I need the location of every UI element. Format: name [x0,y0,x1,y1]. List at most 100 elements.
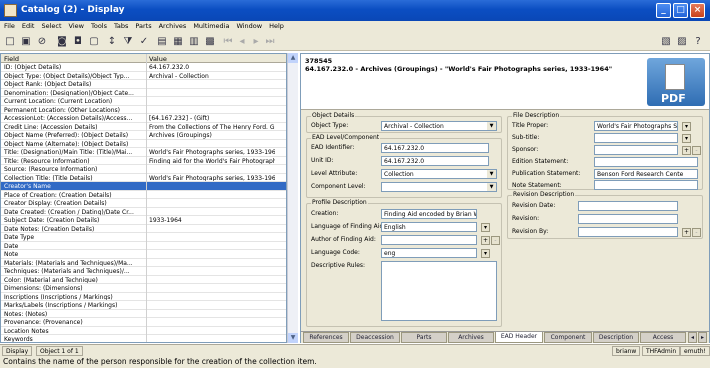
table-row[interactable]: Source: (Resource Information) [1,165,286,174]
table-row[interactable]: Techniques: (Materials and Techniques)/.… [1,267,286,276]
descriptive-rules-field[interactable] [381,261,497,321]
menu-view[interactable]: View [65,21,87,30]
scroll-down-button[interactable]: ▼ [288,333,298,343]
publication-field[interactable]: Benson Ford Research Cente [594,169,698,179]
tab-parts[interactable]: Parts [401,332,447,343]
edition-field[interactable] [594,157,698,167]
pdf-icon[interactable]: PDF [647,58,705,106]
table-row[interactable]: ID: (Object Details) 64.167.232.0 [1,63,286,72]
author-lookup-icon[interactable]: + [481,236,490,245]
page-view-icon[interactable]: ▥ [188,36,200,48]
sponsor-add-icon[interactable]: + [682,146,691,155]
table-row[interactable]: AccessionLot: (Accession Details)/Access… [1,114,286,123]
menu-archives[interactable]: Archives [155,21,190,30]
prev-record-icon[interactable]: ◂ [236,36,248,48]
table-row[interactable]: Current Location: (Current Location) [1,97,286,106]
filter-icon[interactable]: ⧩ [122,36,134,48]
table-row[interactable]: Note [1,250,286,259]
table-row[interactable]: Color: (Material and Technique) [1,276,286,284]
copy-icon[interactable]: ◘ [72,36,84,48]
revision-by-field[interactable] [578,227,678,237]
unit-id-field[interactable]: 64.167.232.0 [381,156,489,166]
grid-view-icon[interactable]: ▦ [172,36,184,48]
title-lookup-icon[interactable]: ▾ [682,122,691,131]
menu-help[interactable]: Help [265,21,287,30]
sponsor-clear-icon[interactable]: - [692,146,701,155]
ead-identifier-field[interactable]: 64.167.232.0 [381,143,489,153]
table-row[interactable]: Date Type [1,233,286,242]
table-row[interactable]: Place of Creation: (Creation Details) [1,191,286,199]
tab-component[interactable]: Component [544,332,592,343]
menu-parts[interactable]: Parts [131,21,154,30]
next-record-icon[interactable]: ▸ [250,36,262,48]
print-icon[interactable]: ▨ [676,36,688,48]
author-field[interactable] [381,235,477,245]
language-code-field[interactable]: eng [381,248,477,258]
table-row[interactable]: Title: (Designation)/Main Title: (Title)… [1,148,286,157]
subtitle-lookup-icon[interactable]: ▾ [682,134,691,143]
component-level-select[interactable]: ▼ [381,182,497,192]
language-lookup-icon[interactable]: ▾ [481,223,490,232]
save-icon[interactable]: ▣ [20,36,32,48]
table-row[interactable]: Subject Date: (Creation Details) 1933-196… [1,216,286,225]
menu-edit[interactable]: Edit [18,21,38,30]
table-row[interactable]: Date Created: (Creation / Dating)/Date C… [1,208,286,216]
tab-scroll-right-icon[interactable]: ▸ [698,332,707,343]
table-row[interactable]: Keywords [1,335,286,342]
revision-by-clear-icon[interactable]: - [692,228,701,237]
menu-multimedia[interactable]: Multimedia [189,21,232,30]
table-row[interactable]: Title: (Resource Information) Finding aid… [1,157,286,165]
table-row[interactable]: Inscriptions (Inscriptions / Markings) [1,293,286,301]
table-row[interactable]: Credit Line: (Accession Details) From the… [1,123,286,131]
table-row[interactable]: Creator's Name [1,182,286,191]
table-row[interactable]: Provenance: (Provenance) [1,318,286,327]
table-row[interactable]: Object Name (Preferred): (Object Details… [1,131,286,140]
scroll-up-button[interactable]: ▲ [288,53,298,63]
object-type-select[interactable]: Archival - Collection ▼ [381,121,497,131]
menu-window[interactable]: Window [232,21,265,30]
tab-references[interactable]: References [303,332,349,343]
tab-ead-header[interactable]: EAD Header [495,332,543,343]
last-record-icon[interactable]: ⏭ [264,36,276,48]
table-row[interactable]: Date [1,242,286,250]
revision-field[interactable] [578,214,678,224]
list-view-icon[interactable]: ▤ [156,36,168,48]
table-row[interactable]: Creator Display: (Creation Details) [1,199,286,208]
table-row[interactable]: Collection Title: (Title Details) World's… [1,174,286,182]
sponsor-field[interactable] [594,145,678,155]
table-row[interactable]: Dimensions: (Dimensions) [1,284,286,293]
level-attribute-select[interactable]: Collection ▼ [381,169,497,179]
title-proper-field[interactable]: World's Fair Photographs Ser [594,121,678,131]
table-row[interactable]: Date Notes: (Creation Details) [1,225,286,233]
table-row[interactable]: Denomination: (Designation)/Object Cate.… [1,89,286,97]
creation-field[interactable]: Finding Aid encoded by Brian Wil [381,209,477,219]
language-field[interactable]: English [381,222,477,232]
tab-description[interactable]: Description [593,332,639,343]
table-row[interactable]: Object Rank: (Object Details) [1,80,286,89]
table-row[interactable]: Object Type: (Object Details)/Object Typ… [1,72,286,80]
first-record-icon[interactable]: ⏮ [222,36,234,48]
field-column-header[interactable]: Field [4,55,19,63]
tab-scroll-left-icon[interactable]: ◂ [688,332,697,343]
table-row[interactable]: Materials: (Materials and Techniques)/Ma… [1,259,286,267]
table-row[interactable]: Object Name (Alternate): (Object Details… [1,140,286,148]
tab-access[interactable]: Access [640,332,686,343]
table-row[interactable]: Marks/Labels (Inscriptions / Markings) [1,301,286,310]
revision-date-field[interactable] [578,201,678,211]
table-row[interactable]: Notes: (Notes) [1,310,286,318]
author-clear-icon[interactable]: - [491,236,500,245]
minimize-button[interactable]: _ [656,3,671,18]
image-view-icon[interactable]: ▩ [204,36,216,48]
value-column-header[interactable]: Value [149,55,167,63]
menu-file[interactable]: File [0,21,18,30]
spell-icon[interactable]: ✓ [138,36,150,48]
tab-deaccession[interactable]: Deaccession [350,332,400,343]
menu-tools[interactable]: Tools [87,21,110,30]
table-row[interactable]: Permanent Location: (Other Locations) [1,106,286,114]
revision-by-add-icon[interactable]: + [682,228,691,237]
note-statement-field[interactable] [594,180,698,190]
document-icon[interactable]: ▢ [88,36,100,48]
table-row[interactable]: Location Notes [1,327,286,335]
code-lookup-icon[interactable]: ▾ [481,249,490,258]
menu-tabs[interactable]: Tabs [110,21,131,30]
